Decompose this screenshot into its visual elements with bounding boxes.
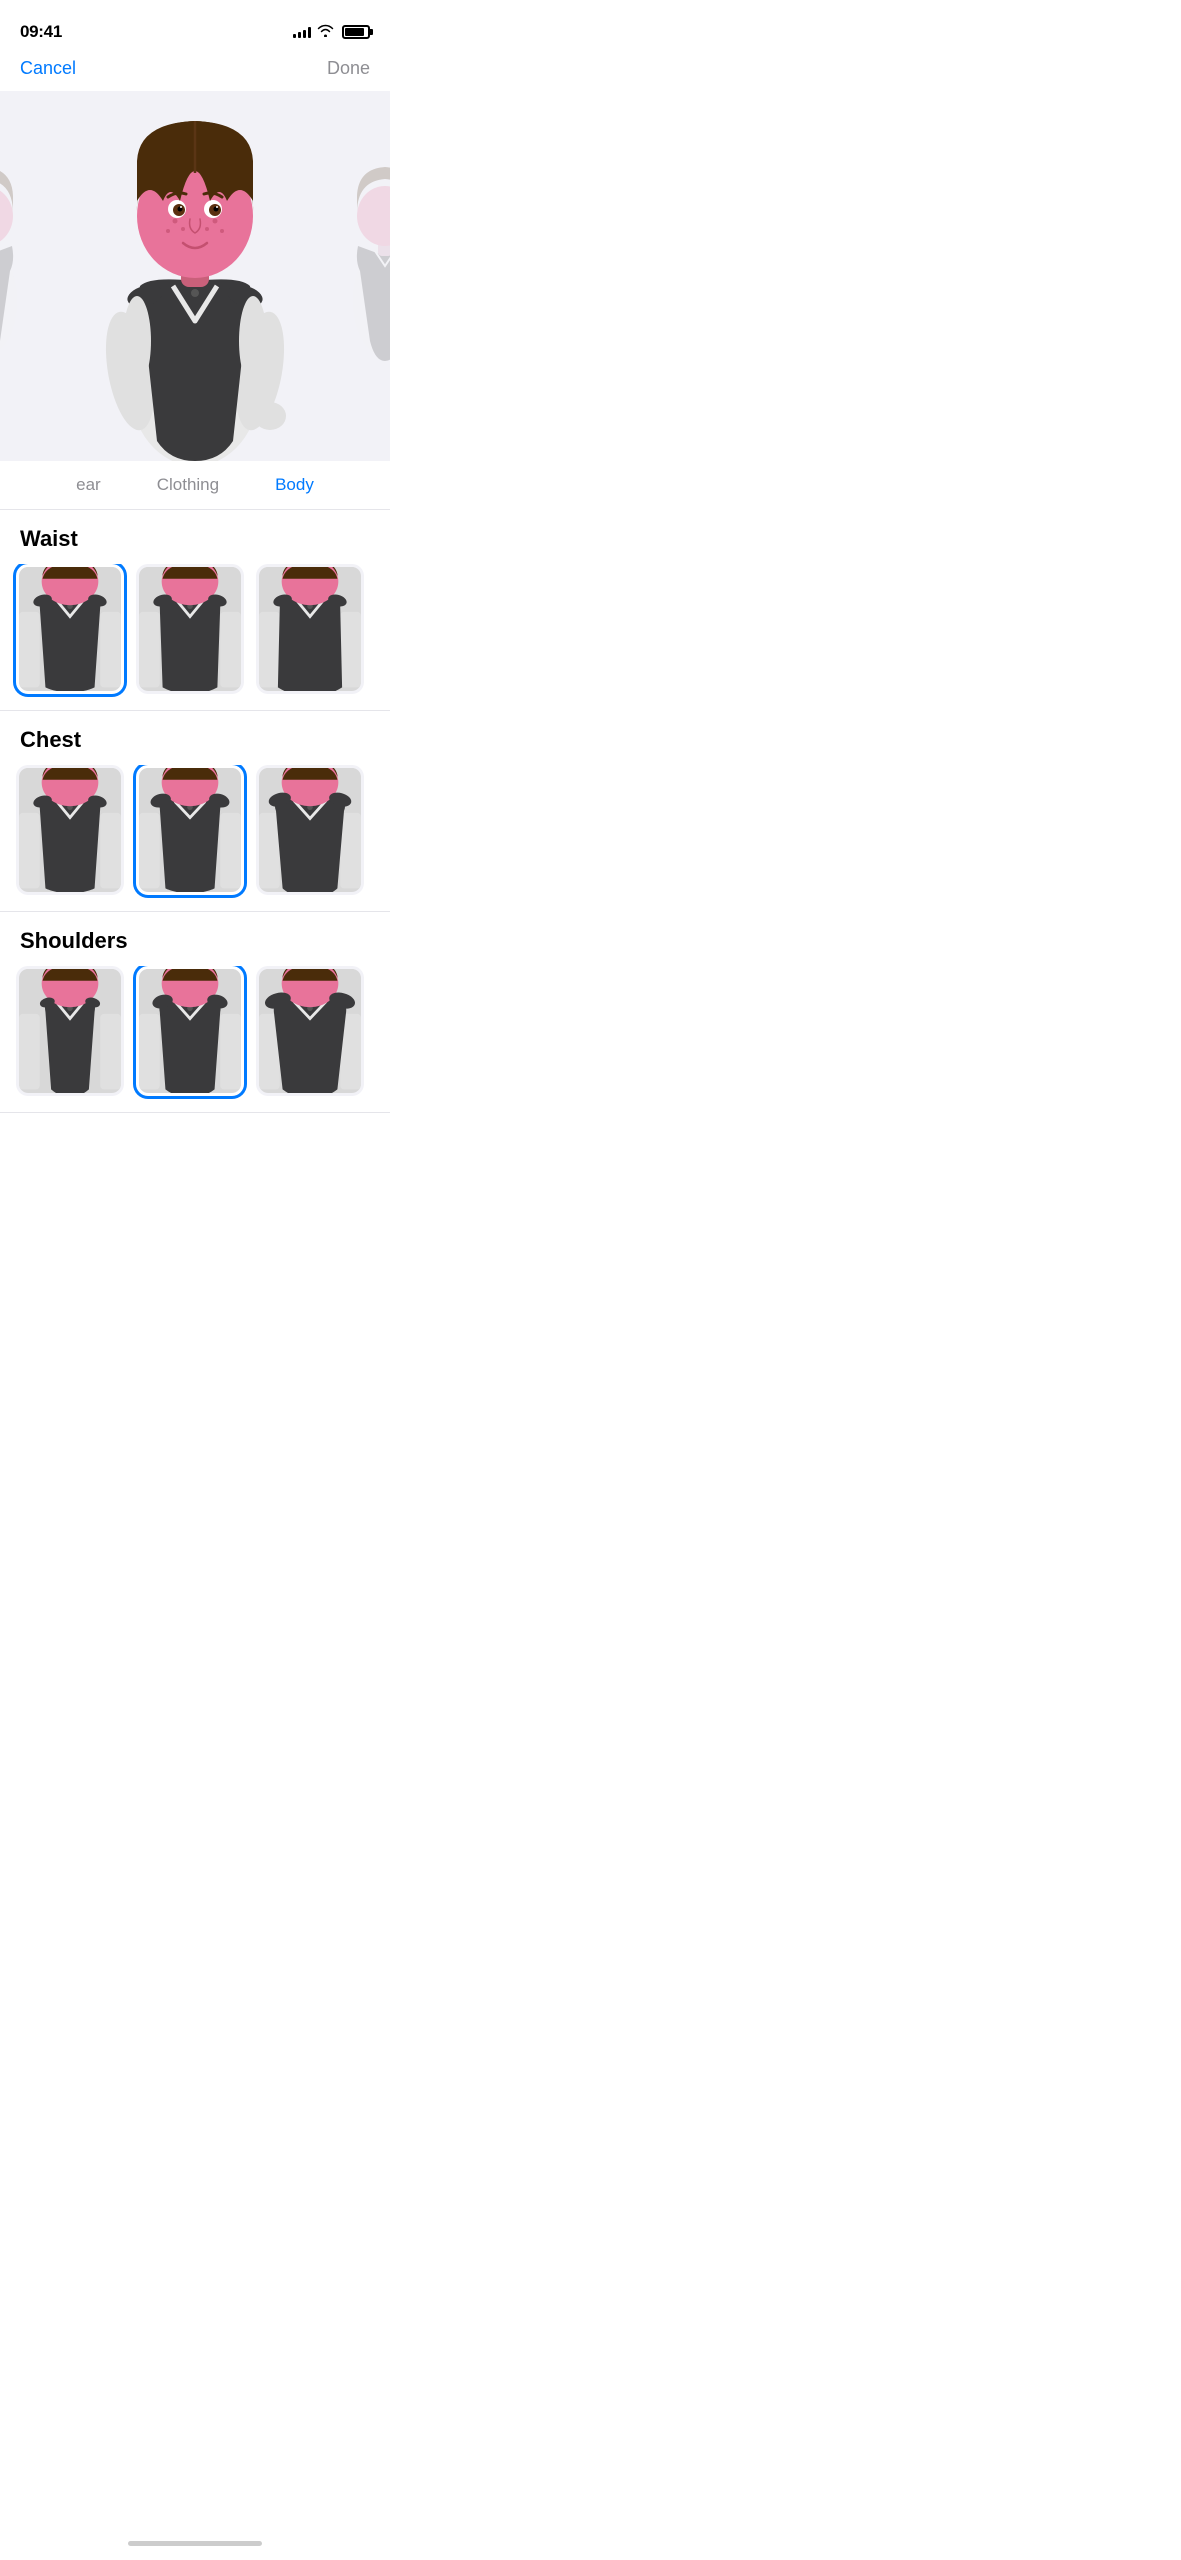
status-bar: 09:41 xyxy=(0,0,390,50)
shoulders-option-3[interactable] xyxy=(256,966,364,1096)
battery-icon xyxy=(342,25,370,39)
waist-option-2[interactable] xyxy=(136,564,244,694)
status-icons xyxy=(293,24,370,40)
shoulders-title: Shoulders xyxy=(0,928,390,966)
avatar-preview-right xyxy=(340,141,390,361)
chest-option-1[interactable] xyxy=(16,765,124,895)
status-time: 09:41 xyxy=(20,22,62,42)
chest-options xyxy=(0,765,390,911)
tab-clothing[interactable]: Clothing xyxy=(129,461,247,509)
waist-option-1[interactable] xyxy=(16,564,124,694)
avatar-main xyxy=(0,91,390,461)
shoulders-section: Shoulders xyxy=(0,912,390,1113)
waist-options xyxy=(0,564,390,710)
waist-title: Waist xyxy=(0,526,390,564)
home-indicator xyxy=(0,2526,390,2560)
waist-option-3[interactable] xyxy=(256,564,364,694)
wifi-icon xyxy=(317,24,334,40)
shoulders-option-2[interactable] xyxy=(136,966,244,1096)
waist-section: Waist xyxy=(0,510,390,711)
home-bar xyxy=(128,2541,262,2546)
chest-option-3[interactable] xyxy=(256,765,364,895)
nav-bar: Cancel Done xyxy=(0,50,390,91)
tab-body[interactable]: Body xyxy=(247,461,342,509)
chest-title: Chest xyxy=(0,727,390,765)
avatar-preview xyxy=(0,91,390,461)
chest-section: Chest xyxy=(0,711,390,912)
shoulders-options xyxy=(0,966,390,1112)
done-button[interactable]: Done xyxy=(327,58,370,79)
content-area: Waist xyxy=(0,510,390,1153)
shoulders-option-1[interactable] xyxy=(16,966,124,1096)
signal-icon xyxy=(293,26,311,38)
cancel-button[interactable]: Cancel xyxy=(20,58,76,79)
tab-ear[interactable]: ear xyxy=(48,461,129,509)
tab-bar: ear Clothing Body xyxy=(0,461,390,510)
chest-option-2[interactable] xyxy=(136,765,244,895)
